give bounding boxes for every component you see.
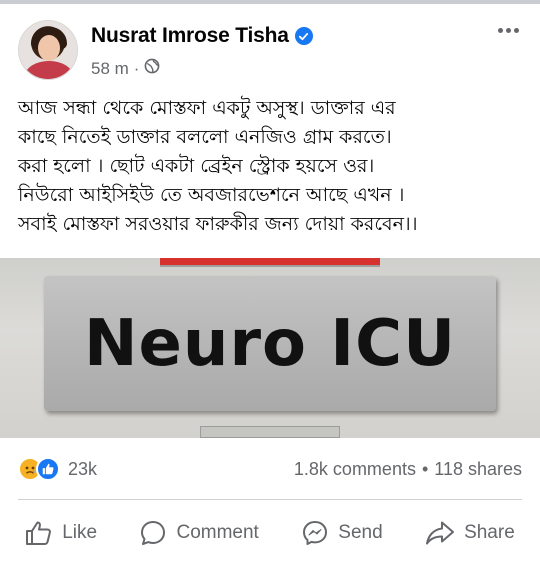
send-button[interactable]: Send [301,519,383,547]
share-label: Share [464,522,515,543]
like-button[interactable]: Like [25,520,97,546]
post-header: Nusrat Imrose Tisha 58 m · [18,18,522,84]
post-text: আজ সন্ধা থেকে মোস্তফা একটু অসুস্থ। ডাক্ত… [18,94,528,239]
comment-label: Comment [176,522,259,543]
meta-separator: · [133,58,140,78]
post-photo[interactable]: Neuro ICU [0,258,540,438]
reaction-summary[interactable]: 23k [18,457,97,481]
counts-separator: • [421,458,429,479]
author-avatar[interactable] [18,20,78,80]
comments-count[interactable]: 1.8k comments [294,459,416,480]
post-text-line: করা হলো । ছোট একটা ব্রেইন স্ট্রোক হয়সে … [18,155,375,177]
photo-bottom-tab [200,426,340,438]
comment-button[interactable]: Comment [139,519,259,547]
author-name[interactable]: Nusrat Imrose Tisha [91,24,289,48]
more-options-icon[interactable] [494,18,522,42]
author-name-row: Nusrat Imrose Tisha [91,24,313,48]
like-reaction-icon [36,457,60,481]
post-meta: 58 m · [91,58,160,79]
post-time[interactable]: 58 m [91,59,129,79]
engagement-counts: 1.8k comments • 118 shares [294,459,522,480]
photo-red-strip [160,258,380,267]
avatar-shoulders [25,61,73,79]
top-edge [0,0,540,4]
comment-icon [139,519,167,547]
avatar-face [38,35,60,61]
globe-icon[interactable] [144,58,160,79]
messenger-icon [301,519,329,547]
post-stats: 23k 1.8k comments • 118 shares [18,456,522,482]
stats-divider [18,499,522,500]
sign-text: Neuro ICU [83,306,457,381]
post-text-line: আজ সন্ধা থেকে মোস্তফা একটু অসুস্থ। ডাক্ত… [18,97,396,119]
post-text-line: কাছে নিতেই ডাক্তার বললো এনজিও গ্রাম করতে… [18,126,392,148]
like-label: Like [62,522,98,543]
post-text-line: নিউরো আইসিইউ তে অবজারভেশনে আছে এখন । [18,184,405,206]
share-button[interactable]: Share [425,520,515,546]
post-text-line: সবাই মোস্তফা সরওয়ার ফারুকীর জন্য দোয়া … [18,213,418,235]
action-bar: Like Comment Send Share [0,510,540,556]
verified-badge-icon [294,27,313,45]
reaction-count: 23k [68,458,98,479]
send-label: Send [338,522,383,543]
shares-count[interactable]: 118 shares [434,459,522,480]
like-icon [25,520,53,546]
share-icon [425,520,455,546]
